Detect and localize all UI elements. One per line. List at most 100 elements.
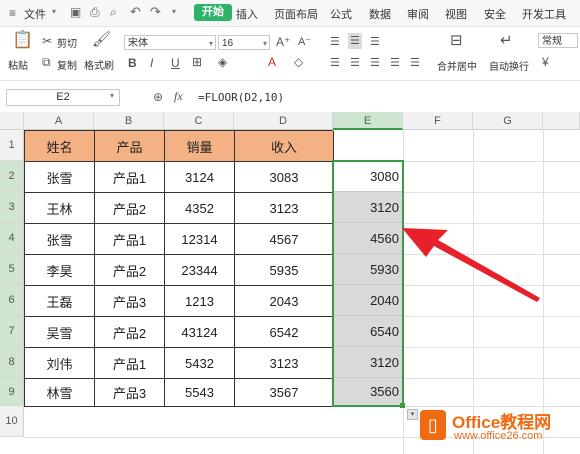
table-cell[interactable]: 1213 xyxy=(165,286,235,317)
fx-label[interactable]: fx xyxy=(174,89,183,104)
table-cell[interactable]: 12314 xyxy=(165,224,235,255)
table-header-revenue[interactable]: 收入 xyxy=(235,131,334,162)
zoom-icon[interactable]: ⊕ xyxy=(153,90,163,104)
cut-label[interactable]: 剪切 xyxy=(57,35,77,50)
table-header-product[interactable]: 产品 xyxy=(95,131,165,162)
column-header-h[interactable] xyxy=(543,112,580,130)
table-cell[interactable]: 3567 xyxy=(235,379,334,407)
row-header-3[interactable]: 3 xyxy=(0,192,24,223)
row-header-1[interactable]: 1 xyxy=(0,130,24,161)
align-top-icon[interactable]: ☰ xyxy=(330,35,340,49)
table-cell[interactable]: 3123 xyxy=(235,348,334,379)
currency-icon[interactable]: ¥ xyxy=(542,55,549,69)
column-header-a[interactable]: A xyxy=(24,112,94,130)
table-cell[interactable]: 2043 xyxy=(235,286,334,317)
table-cell[interactable]: 产品1 xyxy=(95,348,165,379)
table-header-sales[interactable]: 销量 xyxy=(165,131,235,162)
table-cell[interactable]: 3123 xyxy=(235,193,334,224)
fill-handle[interactable] xyxy=(400,403,405,408)
align-bottom-icon[interactable]: ☰ xyxy=(370,35,380,49)
format-painter-label[interactable]: 格式刷 xyxy=(84,57,114,72)
row-header-6[interactable]: 6 xyxy=(0,285,24,316)
table-cell[interactable]: 4352 xyxy=(165,193,235,224)
number-format-combo[interactable]: 常规 xyxy=(538,33,578,48)
autofill-options-icon[interactable]: ▾ xyxy=(407,409,418,420)
column-header-e[interactable]: E xyxy=(333,112,403,130)
font-color-icon[interactable]: A xyxy=(268,55,276,69)
name-box[interactable]: E2 xyxy=(6,89,120,106)
table-cell[interactable]: 产品3 xyxy=(95,286,165,317)
underline-button[interactable]: U xyxy=(171,56,180,70)
save-icon[interactable]: ▣ xyxy=(70,5,81,19)
table-cell[interactable]: 张雪 xyxy=(25,224,95,255)
row-header-8[interactable]: 8 xyxy=(0,347,24,378)
merge-center-icon[interactable]: ⊟ xyxy=(450,33,463,48)
font-shrink-icon[interactable]: A⁻ xyxy=(298,35,311,49)
table-cell[interactable]: 4567 xyxy=(235,224,334,255)
align-middle-icon[interactable]: ☰ xyxy=(348,33,362,49)
tab-data[interactable]: 数据 xyxy=(369,6,391,22)
table-cell[interactable]: 吴雪 xyxy=(25,317,95,348)
scissors-icon[interactable]: ✂ xyxy=(42,34,52,48)
table-cell[interactable]: 李昊 xyxy=(25,255,95,286)
formula-input[interactable]: =FLOOR(D2,10) xyxy=(198,91,284,104)
align-center-icon[interactable]: ☰ xyxy=(350,56,360,70)
tab-home[interactable]: 开始 xyxy=(194,4,232,21)
table-cell[interactable]: 5935 xyxy=(235,255,334,286)
column-header-g[interactable]: G xyxy=(473,112,543,130)
paste-icon[interactable]: 📋 xyxy=(12,31,33,48)
column-header-b[interactable]: B xyxy=(94,112,164,130)
format-painter-icon[interactable]: 🖌 xyxy=(92,32,111,47)
table-cell[interactable]: 刘伟 xyxy=(25,348,95,379)
chevron-down-icon[interactable]: ▾ xyxy=(52,7,56,16)
justify-icon[interactable]: ☰ xyxy=(390,56,400,70)
table-cell[interactable]: 43124 xyxy=(165,317,235,348)
print-preview-icon[interactable]: ⌕ xyxy=(110,5,117,20)
table-cell[interactable]: 张雪 xyxy=(25,162,95,193)
table-cell[interactable]: 产品2 xyxy=(95,255,165,286)
chevron-down-icon[interactable]: ▾ xyxy=(172,7,176,16)
paste-label[interactable]: 粘贴 xyxy=(8,57,28,72)
table-cell[interactable]: 产品2 xyxy=(95,193,165,224)
table-cell[interactable]: 产品1 xyxy=(95,162,165,193)
table-cell[interactable]: 3124 xyxy=(165,162,235,193)
table-cell[interactable]: 6542 xyxy=(235,317,334,348)
row-header-5[interactable]: 5 xyxy=(0,254,24,285)
tab-security[interactable]: 安全 xyxy=(484,6,506,22)
chevron-down-icon[interactable]: ▾ xyxy=(110,91,114,100)
wrap-text-label[interactable]: 自动换行 xyxy=(489,58,529,73)
table-cell[interactable]: 3083 xyxy=(235,162,334,193)
bold-button[interactable]: B xyxy=(128,56,137,70)
row-header-9[interactable]: 9 xyxy=(0,378,24,406)
row-header-2[interactable]: 2 xyxy=(0,161,24,192)
table-cell[interactable]: 王林 xyxy=(25,193,95,224)
table-cell[interactable]: 林雪 xyxy=(25,379,95,407)
column-header-d[interactable]: D xyxy=(234,112,333,130)
copy-icon[interactable]: ⧉ xyxy=(42,55,51,69)
fill-color-icon[interactable]: ◈ xyxy=(218,55,227,69)
corner-cell[interactable] xyxy=(0,112,24,130)
merge-center-label[interactable]: 合并居中 xyxy=(437,58,477,73)
table-cell[interactable]: 5543 xyxy=(165,379,235,407)
clear-format-icon[interactable]: ◇ xyxy=(294,55,303,69)
table-header-name[interactable]: 姓名 xyxy=(25,131,95,162)
tab-review[interactable]: 审阅 xyxy=(407,6,429,22)
table-cell[interactable]: 王磊 xyxy=(25,286,95,317)
hamburger-icon[interactable]: ≡ xyxy=(9,6,16,20)
undo-icon[interactable]: ↶ xyxy=(130,4,141,20)
font-grow-icon[interactable]: A⁺ xyxy=(276,35,290,49)
print-icon[interactable]: ⎙ xyxy=(90,5,100,20)
tab-page-layout[interactable]: 页面布局 xyxy=(274,6,318,22)
tab-view[interactable]: 视图 xyxy=(445,6,467,22)
align-left-icon[interactable]: ☰ xyxy=(330,56,340,70)
redo-icon[interactable]: ↷ xyxy=(150,4,161,20)
menu-file[interactable]: 文件 xyxy=(24,6,46,22)
tab-formulas[interactable]: 公式 xyxy=(330,6,352,22)
row-header-4[interactable]: 4 xyxy=(0,223,24,254)
font-name-combo[interactable]: 宋体 ▾ xyxy=(124,35,216,50)
tab-insert[interactable]: 插入 xyxy=(236,6,258,22)
column-header-f[interactable]: F xyxy=(403,112,473,130)
table-cell[interactable]: 产品2 xyxy=(95,317,165,348)
row-header-10[interactable]: 10 xyxy=(0,406,24,437)
distributed-icon[interactable]: ☰ xyxy=(410,56,420,70)
